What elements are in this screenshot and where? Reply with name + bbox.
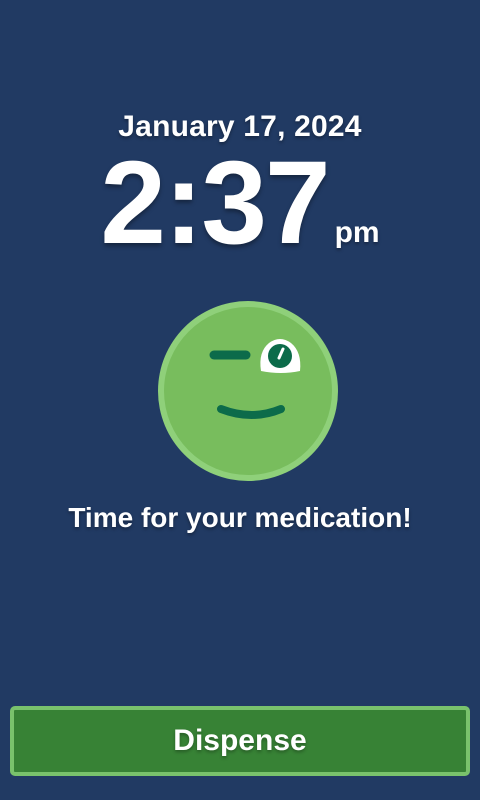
reminder-message: Time for your medication! — [68, 502, 412, 533]
current-time: 2:37 — [100, 137, 330, 269]
clock-display: 2:37 pm — [0, 137, 480, 269]
face-inner — [164, 307, 332, 475]
time-period: pm — [334, 216, 380, 249]
winking-face-icon — [158, 301, 338, 481]
dispense-button[interactable]: Dispense — [10, 706, 470, 776]
medication-reminder-screen: January 17, 2024 2:37 pm Time for your me… — [0, 0, 480, 800]
